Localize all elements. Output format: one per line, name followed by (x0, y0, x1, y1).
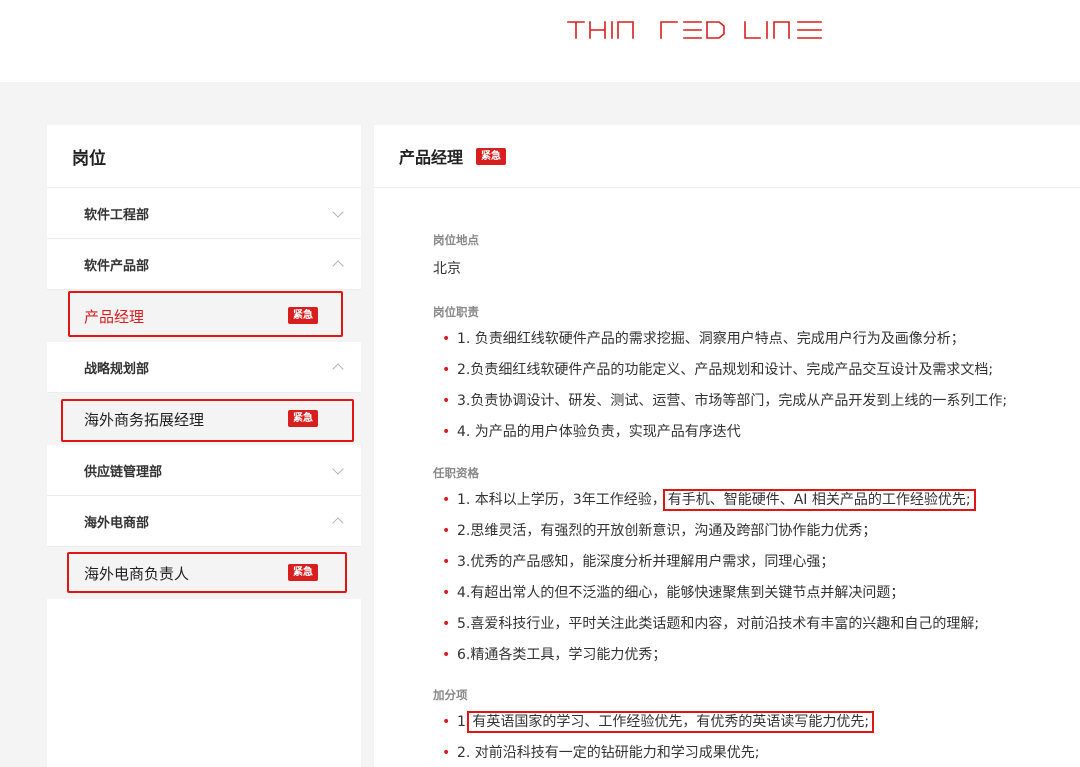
highlighted-text: 有手机、智能硬件、AI 相关产品的工作经验优先; (662, 489, 976, 511)
job-detail-panel: 产品经理 紧急 岗位地点 北京 岗位职责 1. 负责细红线软硬件产品的需求挖掘、… (374, 125, 1080, 767)
dept-label: 供应链管理部 (84, 464, 163, 480)
urgent-badge: 紧急 (476, 147, 507, 165)
job-item-product-manager[interactable]: 产品经理 紧急 (47, 290, 361, 342)
section-label-duties: 岗位职责 (433, 305, 479, 319)
urgent-badge: 紧急 (288, 564, 318, 581)
detail-header: 产品经理 紧急 (374, 125, 1080, 188)
chevron-up-icon (332, 517, 344, 529)
duties-list: 1. 负责细红线软硬件产品的需求挖掘、洞察用户特点、完成用户行为及画像分析； 2… (442, 324, 1007, 448)
jobs-sidebar: 岗位 软件工程部 软件产品部 产品经理 紧急 战略规划部 海外商务拓展经理 紧急… (47, 125, 361, 767)
thin-red-line-logo[interactable] (567, 20, 823, 40)
section-label-location: 岗位地点 (433, 233, 479, 247)
list-item: 1. 本科以上学历，3年工作经验，有手机、智能硬件、AI 相关产品的工作经验优先… (442, 485, 979, 516)
chevron-up-icon (332, 260, 344, 272)
job-title: 产品经理 (84, 307, 145, 326)
chevron-down-icon (332, 206, 344, 218)
dept-software-product[interactable]: 软件产品部 (47, 239, 361, 290)
list-item: 3.优秀的产品感知，能深度分析并理解用户需求，同理心强； (442, 547, 979, 578)
dept-overseas-ecommerce[interactable]: 海外电商部 (47, 496, 361, 547)
dept-label: 软件产品部 (84, 258, 150, 274)
list-item: 1.有英语国家的学习、工作经验优先，有优秀的英语读写能力优先; (442, 707, 875, 738)
job-location: 北京 (433, 261, 461, 277)
job-item-overseas-bd-manager[interactable]: 海外商务拓展经理 紧急 (47, 393, 361, 445)
sidebar-header: 岗位 (47, 125, 361, 188)
list-item: 2. 对前沿科技有一定的钻研能力和学习成果优先; (442, 738, 871, 767)
bonus-list: 1.有英语国家的学习、工作经验优先，有优秀的英语读写能力优先; 2. 对前沿科技… (442, 707, 875, 767)
sidebar-title: 岗位 (72, 148, 106, 169)
top-bar (0, 0, 1080, 82)
section-label-requirements: 任职资格 (433, 466, 479, 480)
job-item-overseas-ecommerce-lead[interactable]: 海外电商负责人 紧急 (47, 547, 361, 599)
dept-supply-chain[interactable]: 供应链管理部 (47, 445, 361, 496)
urgent-badge: 紧急 (288, 307, 318, 324)
job-detail-title: 产品经理 (399, 148, 464, 167)
dept-strategy-planning[interactable]: 战略规划部 (47, 342, 361, 393)
dept-label: 软件工程部 (84, 207, 150, 223)
section-label-bonus: 加分项 (433, 688, 468, 702)
dept-label: 海外电商部 (84, 515, 150, 531)
list-item: 4.有超出常人的但不泛滥的细心，能够快速聚焦到关键节点并解决问题； (442, 578, 979, 609)
list-item: 3.负责协调设计、研发、测试、运营、市场等部门，完成从产品开发到上线的一系列工作… (442, 386, 1007, 417)
urgent-badge: 紧急 (288, 410, 318, 427)
list-item: 1. 负责细红线软硬件产品的需求挖掘、洞察用户特点、完成用户行为及画像分析； (442, 324, 1007, 355)
item-text: 1. (457, 714, 471, 730)
requirements-list: 1. 本科以上学历，3年工作经验，有手机、智能硬件、AI 相关产品的工作经验优先… (442, 485, 979, 671)
list-item: 2.思维灵活，有强烈的开放创新意识，沟通及跨部门协作能力优秀； (442, 516, 979, 547)
list-item: 5.喜爱科技行业，平时关注此类话题和内容，对前沿技术有丰富的兴趣和自己的理解; (442, 609, 979, 640)
highlighted-text: 有英语国家的学习、工作经验优先，有优秀的英语读写能力优先; (467, 711, 875, 733)
dept-software-engineering[interactable]: 软件工程部 (47, 188, 361, 239)
list-item: 2.负责细红线软硬件产品的功能定义、产品规划和设计、完成产品交互设计及需求文档; (442, 355, 1007, 386)
list-item: 4. 为产品的用户体验负责，实现产品有序迭代 (442, 417, 1007, 448)
dept-label: 战略规划部 (84, 361, 150, 377)
job-title: 海外商务拓展经理 (84, 410, 205, 429)
item-text: 1. 本科以上学历，3年工作经验， (457, 492, 666, 508)
chevron-down-icon (332, 463, 344, 475)
list-item: 6.精通各类工具，学习能力优秀； (442, 640, 979, 671)
job-title: 海外电商负责人 (84, 564, 190, 583)
chevron-up-icon (332, 363, 344, 375)
